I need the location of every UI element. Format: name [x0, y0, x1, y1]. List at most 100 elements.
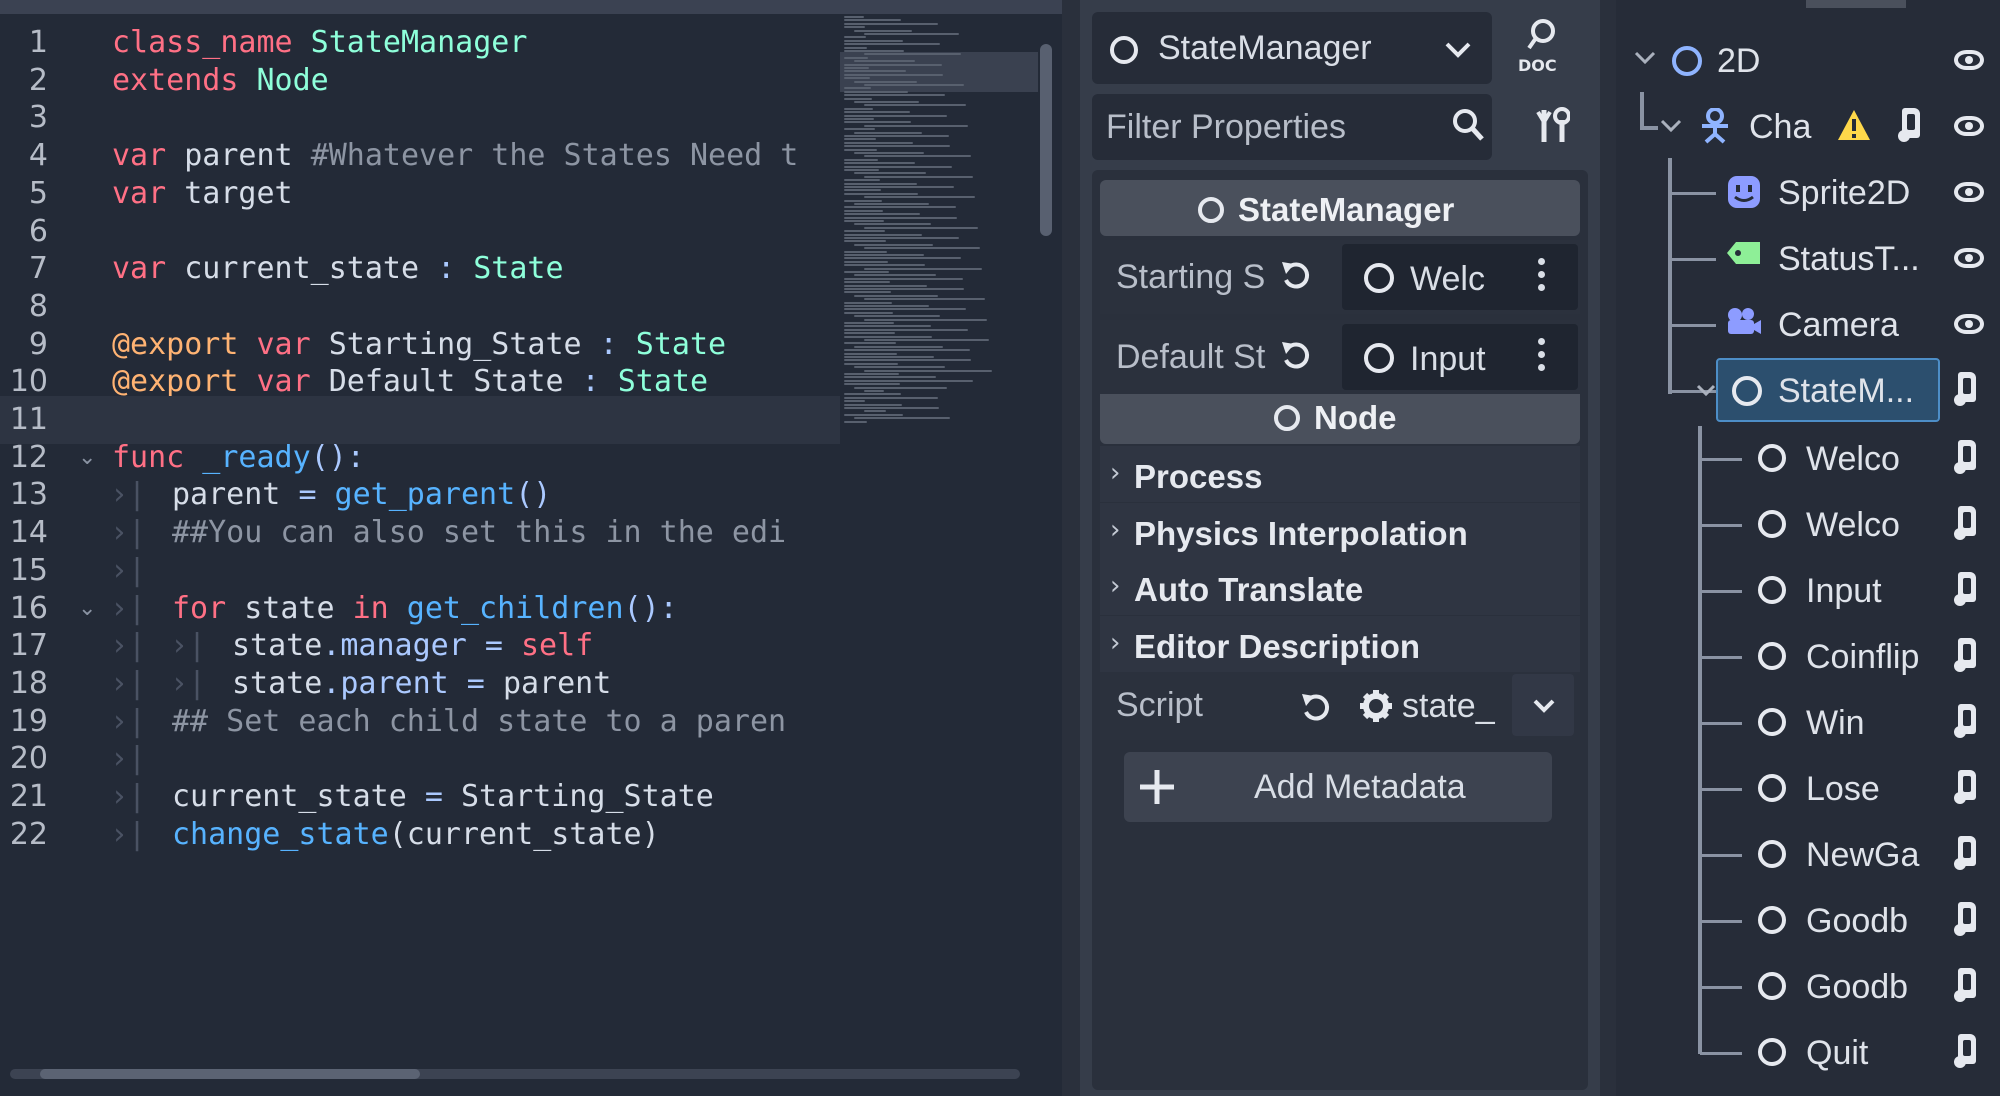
add-metadata-button[interactable]: Add Metadata	[1124, 752, 1552, 822]
code-token: in	[352, 590, 389, 626]
revert-icon[interactable]	[1280, 338, 1312, 374]
filter-properties-field[interactable]: Filter Properties	[1092, 94, 1492, 160]
state-tree-item[interactable]: Lose	[1742, 758, 1992, 818]
minimap-line	[844, 73, 943, 76]
editor-horizontal-scroll-thumb[interactable]	[40, 1069, 420, 1079]
minimap-line	[844, 328, 968, 331]
scene-tree-item[interactable]: Sprite2D	[1716, 162, 1996, 222]
state-tree-item[interactable]: Goodb	[1742, 890, 1992, 950]
eye-icon[interactable]	[1954, 116, 1984, 136]
code-line[interactable]: 22 ›| change_state(current_state)	[0, 811, 840, 859]
scene-tree-item[interactable]: Camera	[1716, 294, 1996, 354]
property-value-field[interactable]: Input	[1342, 324, 1578, 390]
kebab-menu-icon[interactable]	[1538, 338, 1546, 377]
script-icon[interactable]	[1898, 108, 1920, 142]
code-area[interactable]: 1 class_name StateManager 2 extends Node 3 4 v…	[0, 14, 840, 1084]
script-icon[interactable]	[1954, 638, 1976, 672]
code-token: :	[437, 251, 456, 287]
state-tree-item[interactable]: Goodb	[1742, 956, 1992, 1016]
line-number: 22	[9, 816, 48, 852]
inspector-category[interactable]: › Physics Interpolation	[1100, 502, 1580, 559]
state-tree-item[interactable]: Quit	[1742, 1022, 1992, 1082]
revert-icon[interactable]	[1300, 690, 1332, 722]
eye-icon[interactable]	[1954, 248, 1984, 268]
script-icon[interactable]	[1954, 770, 1976, 804]
tools-icon[interactable]	[1536, 106, 1570, 146]
script-icon[interactable]	[1954, 704, 1976, 738]
inspector-category[interactable]: › Process	[1100, 446, 1580, 502]
chevron-down-icon[interactable]	[1660, 118, 1682, 138]
state-tree-item[interactable]: Win	[1742, 692, 1992, 752]
state-tree-item[interactable]: Coinflip	[1742, 626, 1992, 686]
warning-icon[interactable]	[1836, 108, 1872, 146]
script-editor[interactable]: 1 class_name StateManager 2 extends Node 3 4 v…	[0, 0, 1062, 1096]
tree-item-label: Coinflip	[1806, 638, 1920, 676]
panel-splitter[interactable]	[1062, 0, 1080, 1096]
scene-tree-top-tab	[1806, 0, 1906, 8]
scene-tree-item[interactable]: StateM...	[1696, 358, 1996, 422]
script-value[interactable]: state_	[1402, 689, 1495, 723]
minimap-line	[844, 135, 949, 137]
minimap-line	[844, 107, 873, 110]
code-token: get_parent	[316, 477, 516, 513]
minimap-line	[844, 284, 927, 287]
code-token: var	[112, 138, 167, 174]
script-icon[interactable]	[1954, 1034, 1976, 1068]
script-icon[interactable]	[1954, 968, 1976, 1002]
code-token: ##You can also set this in the edi	[172, 515, 787, 551]
script-property-row[interactable]: Script state_	[1100, 670, 1580, 740]
node-section-header[interactable]: Node	[1100, 388, 1580, 444]
tree-item-label[interactable]: Cha	[1749, 110, 1811, 144]
kebab-dot	[1538, 351, 1545, 358]
kebab-menu-icon[interactable]	[1538, 258, 1546, 297]
code-token: StateManager	[292, 25, 528, 60]
script-icon[interactable]	[1954, 572, 1976, 606]
minimap-line	[854, 366, 945, 369]
panel-splitter[interactable]	[1600, 0, 1616, 1096]
script-icon[interactable]	[1954, 836, 1976, 870]
object-selector[interactable]: StateManager	[1092, 12, 1492, 84]
minimap-line	[844, 281, 890, 284]
editor-vertical-scrollbar[interactable]	[1040, 44, 1052, 236]
eye-icon[interactable]	[1954, 314, 1984, 334]
code-text: change_state(current_state)	[172, 811, 660, 859]
script-icon[interactable]	[1954, 440, 1976, 474]
chevron-down-icon[interactable]	[1634, 50, 1656, 70]
minimap-line	[844, 413, 903, 416]
script-icon[interactable]	[1954, 506, 1976, 540]
state-tree-item[interactable]: NewGa	[1742, 824, 1992, 884]
scene-tree-item[interactable]: StatusT...	[1716, 228, 1996, 288]
code-token: class_name	[112, 25, 293, 60]
code-token: extends	[112, 62, 239, 98]
minimap-line	[844, 220, 884, 222]
tree-item-label: Camera	[1778, 306, 1899, 344]
tree-guide-line	[1670, 324, 1716, 327]
minimap-line	[844, 260, 888, 263]
chevron-down-icon[interactable]	[1696, 382, 1716, 401]
script-icon[interactable]	[1954, 372, 1976, 406]
tree-item-label: StateM...	[1778, 372, 1915, 410]
minimap-line	[844, 216, 957, 219]
script-icon[interactable]	[1954, 902, 1976, 936]
property-value-field[interactable]: Welc	[1342, 244, 1578, 310]
tree-item-label[interactable]: 2D	[1717, 44, 1760, 78]
minimap-line	[844, 141, 913, 144]
inspector-property-row[interactable]: Default St Input	[1100, 320, 1580, 394]
inspector-category[interactable]: › Editor Description	[1100, 615, 1580, 672]
script-section-header[interactable]: StateManager	[1100, 180, 1580, 236]
code-token: change_state	[172, 816, 389, 852]
minimap-line	[844, 206, 956, 209]
eye-icon[interactable]	[1954, 50, 1984, 70]
state-tree-item[interactable]: Input	[1742, 560, 1992, 620]
state-tree-item[interactable]: Welco	[1742, 494, 1992, 554]
eye-icon[interactable]	[1954, 182, 1984, 202]
plus-icon	[1140, 770, 1174, 804]
revert-icon[interactable]	[1280, 258, 1312, 294]
doc-button[interactable]: DOC	[1518, 18, 1568, 78]
script-dropdown-button[interactable]	[1512, 674, 1574, 736]
code-minimap[interactable]	[840, 14, 1038, 434]
state-tree-item[interactable]: Welco	[1742, 428, 1992, 488]
inspector-property-row[interactable]: Starting S Welc	[1100, 240, 1580, 314]
code-token: =	[298, 477, 317, 513]
inspector-category[interactable]: › Auto Translate	[1100, 559, 1580, 615]
